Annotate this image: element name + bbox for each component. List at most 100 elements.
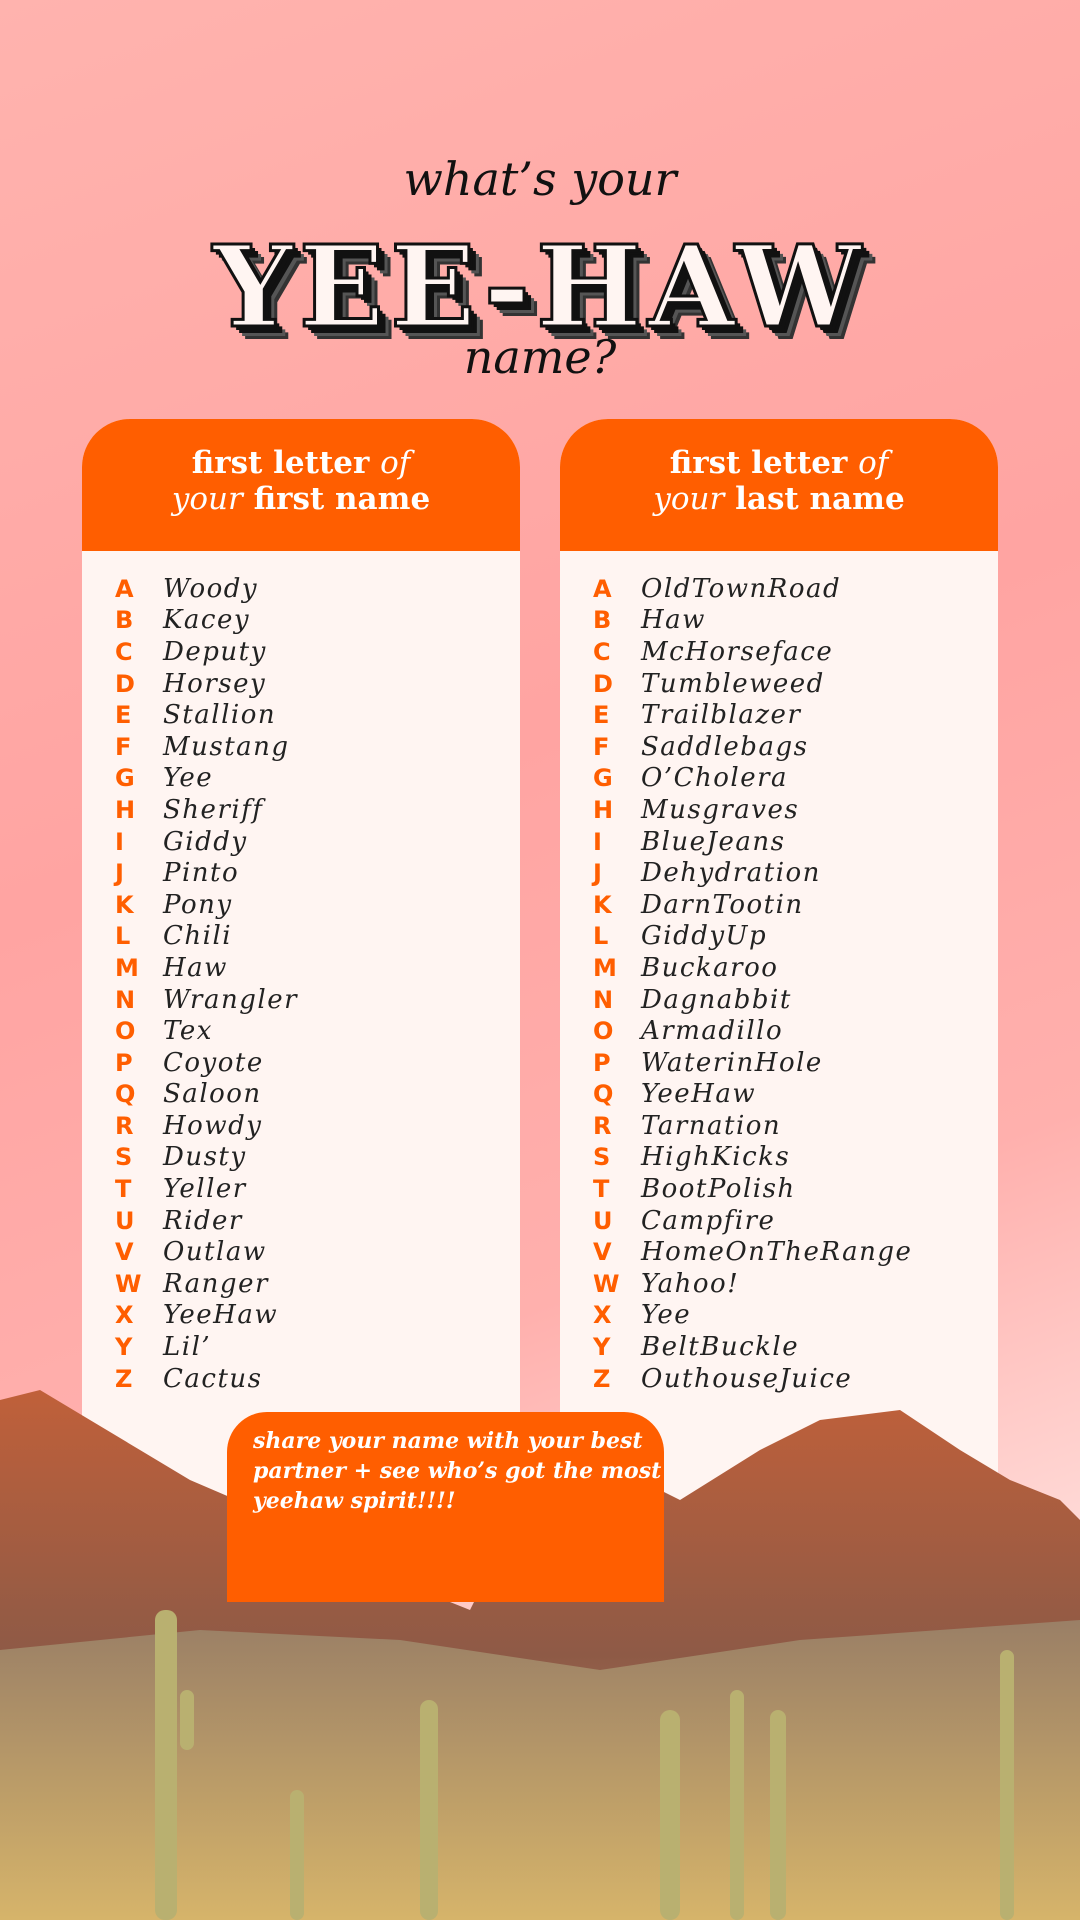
name-list: A OldTownRoad B Haw C McHorseface D Tumbleweed E… [560,419,998,1394]
row-name: Pony [163,889,233,920]
row-letter: A [115,574,134,603]
row-name: Haw [641,605,706,636]
row-name: Musgraves [641,794,800,825]
row-name: Tex [163,1016,213,1047]
name-row: K DarnTootin [560,889,998,921]
row-name: Saloon [163,1079,262,1110]
row-name: Dusty [163,1142,247,1173]
row-name: OldTownRoad [641,573,842,604]
name-row: K Pony [82,889,520,921]
name-row: L GiddyUp [560,921,998,953]
row-name: Dagnabbit [641,984,792,1015]
row-name: Yee [641,1300,692,1331]
name-row: S Dusty [82,1142,520,1174]
name-row: D Tumbleweed [560,668,998,700]
name-row: I Giddy [82,826,520,858]
subtitle-bottom: name? [463,330,617,384]
row-letter: L [593,922,609,951]
name-row: V Outlaw [82,1236,520,1268]
name-row: C Deputy [82,636,520,668]
name-row: T Yeller [82,1173,520,1205]
row-letter: H [115,795,136,824]
name-row: G O’Cholera [560,763,998,795]
row-letter: I [593,827,602,856]
name-row: O Armadillo [560,1015,998,1047]
first-name-card: first letter of your first name A Woody B K… [82,419,520,1519]
row-name: YeeHaw [163,1300,279,1331]
row-name: McHorseface [641,636,834,667]
row-name: Haw [163,952,228,983]
name-row: V HomeOnTheRange [560,1236,998,1268]
name-row: T BootPolish [560,1173,998,1205]
name-row: Y BeltBuckle [560,1331,998,1363]
row-name: Woody [163,573,259,604]
row-letter: W [593,1269,620,1298]
name-row: Y Lil’ [82,1331,520,1363]
row-letter: C [115,637,133,666]
row-name: Saddlebags [641,731,809,762]
row-letter: V [115,1238,134,1267]
row-letter: I [115,827,124,856]
row-letter: H [593,795,614,824]
name-row: P Coyote [82,1047,520,1079]
name-row: E Stallion [82,699,520,731]
name-row: E Trailblazer [560,699,998,731]
row-name: GiddyUp [641,921,768,952]
row-name: Horsey [163,668,267,699]
row-name: Rider [163,1205,243,1236]
row-letter: V [593,1238,612,1267]
row-letter: J [115,859,124,888]
row-name: Yeller [163,1174,247,1205]
name-row: L Chili [82,921,520,953]
name-row: B Kacey [82,605,520,637]
row-name: Buckaroo [641,952,779,983]
row-name: BlueJeans [641,826,786,857]
name-row: Q YeeHaw [560,1079,998,1111]
name-row: F Mustang [82,731,520,763]
name-row: M Buckaroo [560,952,998,984]
name-row: B Haw [560,605,998,637]
row-letter: O [115,1017,136,1046]
row-letter: E [115,701,132,730]
row-letter: U [593,1206,613,1235]
row-name: BeltBuckle [641,1332,800,1363]
row-letter: R [593,1111,612,1140]
row-letter: Z [593,1364,611,1393]
row-letter: Y [593,1333,611,1362]
name-row: U Campfire [560,1205,998,1237]
name-row: H Sheriff [82,794,520,826]
row-name: Pinto [163,858,240,889]
row-letter: G [115,764,135,793]
row-letter: T [115,1175,132,1204]
row-name: Mustang [163,731,290,762]
row-letter: O [593,1017,614,1046]
row-letter: L [115,922,131,951]
name-row: A Woody [82,573,520,605]
share-callout: share your name with your best partner +… [227,1412,664,1602]
row-name: DarnTootin [641,889,804,920]
row-name: HomeOnTheRange [641,1237,913,1268]
row-name: Wrangler [163,984,299,1015]
name-row: G Yee [82,763,520,795]
row-letter: E [593,701,610,730]
row-letter: P [593,1048,611,1077]
row-letter: W [115,1269,142,1298]
row-letter: Y [115,1333,133,1362]
name-row: Q Saloon [82,1079,520,1111]
name-row: N Wrangler [82,984,520,1016]
name-row: C McHorseface [560,636,998,668]
name-row: S HighKicks [560,1142,998,1174]
row-name: Yahoo! [641,1268,740,1299]
row-letter: Z [115,1364,133,1393]
row-name: Tumbleweed [641,668,825,699]
name-row: F Saddlebags [560,731,998,763]
row-letter: F [115,732,132,761]
row-name: Lil’ [163,1332,212,1363]
row-name: Campfire [641,1205,776,1236]
row-name: Trailblazer [641,700,802,731]
row-letter: D [593,669,613,698]
name-row: A OldTownRoad [560,573,998,605]
row-name: Coyote [163,1047,264,1078]
row-letter: X [593,1301,612,1330]
row-name: Yee [163,763,214,794]
